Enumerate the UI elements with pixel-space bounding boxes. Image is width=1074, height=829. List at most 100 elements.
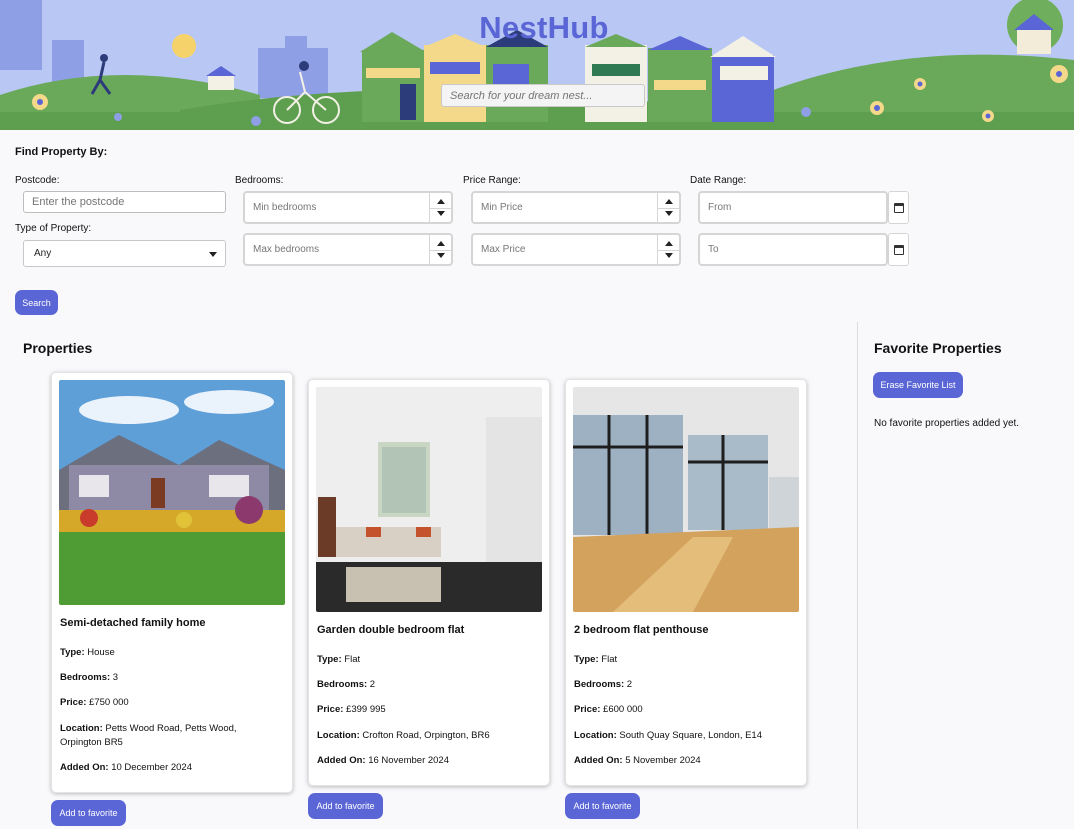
header-banner: NestHub xyxy=(0,0,1074,130)
property-title: 2 bedroom flat penthouse xyxy=(574,624,709,636)
add-to-favorite-button[interactable]: Add to favorite xyxy=(565,793,640,819)
added-label: Added On: xyxy=(317,755,366,766)
property-location: Location: Petts Wood Road, Petts Wood, O… xyxy=(60,722,260,750)
property-type: Type: Flat xyxy=(574,653,794,667)
property-added: Added On: 10 December 2024 xyxy=(60,761,280,775)
property-title: Garden double bedroom flat xyxy=(317,624,465,636)
property-type: Type: House xyxy=(60,646,280,660)
property-bedrooms: Bedrooms: 2 xyxy=(574,678,794,692)
erase-favorites-button[interactable]: Erase Favorite List xyxy=(873,372,963,398)
postcode-input[interactable] xyxy=(23,191,226,213)
favorites-empty-message: No favorite properties added yet. xyxy=(874,418,1020,429)
property-location: Location: Crofton Road, Orpington, BR6 xyxy=(317,729,537,743)
find-property-heading: Find Property By: xyxy=(15,146,108,158)
added-value: 16 November 2024 xyxy=(368,755,450,766)
location-label: Location: xyxy=(60,723,103,734)
property-bedrooms: Bedrooms: 2 xyxy=(317,678,537,692)
date-from-calendar-button[interactable] xyxy=(888,191,909,224)
date-from-input[interactable]: From xyxy=(698,191,888,224)
price-label: Price: xyxy=(574,704,601,715)
min-bedrooms-input[interactable]: Min bedrooms xyxy=(243,191,453,224)
spinner-up-icon[interactable] xyxy=(665,199,673,204)
type-label: Type: xyxy=(574,654,599,665)
postcode-label: Postcode: xyxy=(15,175,60,186)
spinner-down-icon[interactable] xyxy=(665,253,673,258)
property-type-label: Type of Property: xyxy=(15,223,92,234)
min-price-input[interactable]: Min Price xyxy=(471,191,681,224)
add-to-favorite-button[interactable]: Add to favorite xyxy=(308,793,383,819)
property-price: Price: £399 995 xyxy=(317,703,537,717)
bedrooms-label: Bedrooms: xyxy=(317,679,368,690)
max-bedrooms-input[interactable]: Max bedrooms xyxy=(243,233,453,266)
property-title: Semi-detached family home xyxy=(60,617,206,629)
property-added: Added On: 16 November 2024 xyxy=(317,754,537,768)
property-added: Added On: 5 November 2024 xyxy=(574,754,794,768)
max-price-stepper[interactable] xyxy=(657,235,679,264)
type-label: Type: xyxy=(317,654,342,665)
property-photo-penthouse[interactable] xyxy=(573,387,799,612)
price-value: £399 995 xyxy=(346,704,386,715)
bedrooms-label: Bedrooms: xyxy=(574,679,625,690)
added-label: Added On: xyxy=(574,755,623,766)
property-photo-house[interactable] xyxy=(59,380,285,605)
date-to-calendar-button[interactable] xyxy=(888,233,909,266)
column-divider xyxy=(857,322,858,829)
price-label: Price: xyxy=(60,697,87,708)
property-type: Type: Flat xyxy=(317,653,537,667)
min-price-stepper[interactable] xyxy=(657,193,679,222)
favorites-heading: Favorite Properties xyxy=(874,340,1002,356)
hero-search-input[interactable] xyxy=(441,84,645,107)
property-bedrooms: Bedrooms: 3 xyxy=(60,671,280,685)
type-value: Flat xyxy=(601,654,618,665)
price-value: £750 000 xyxy=(89,697,129,708)
type-value: Flat xyxy=(344,654,361,665)
calendar-icon xyxy=(894,245,904,255)
property-price: Price: £750 000 xyxy=(60,696,280,710)
added-value: 5 November 2024 xyxy=(625,755,701,766)
property-photo-flat[interactable] xyxy=(316,387,542,612)
property-card[interactable]: 2 bedroom flat penthouse Type: Flat Bedr… xyxy=(565,379,807,786)
dropdown-caret-icon xyxy=(209,252,217,257)
spinner-down-icon[interactable] xyxy=(665,211,673,216)
location-label: Location: xyxy=(574,730,617,741)
spinner-up-icon[interactable] xyxy=(437,241,445,246)
max-bedrooms-placeholder: Max bedrooms xyxy=(253,244,320,255)
date-to-placeholder: To xyxy=(708,244,719,255)
price-label: Price: xyxy=(317,704,344,715)
spinner-up-icon[interactable] xyxy=(437,199,445,204)
bedrooms-value: 2 xyxy=(369,679,376,690)
property-type-selected: Any xyxy=(34,248,52,259)
add-to-favorite-button[interactable]: Add to favorite xyxy=(51,800,126,826)
price-value: £600 000 xyxy=(603,704,643,715)
min-price-placeholder: Min Price xyxy=(481,202,523,213)
max-bedrooms-stepper[interactable] xyxy=(429,235,451,264)
properties-heading: Properties xyxy=(23,340,93,356)
date-to-input[interactable]: To xyxy=(698,233,888,266)
bedrooms-value: 3 xyxy=(112,672,119,683)
bedrooms-label: Bedrooms: xyxy=(60,672,111,683)
added-value: 10 December 2024 xyxy=(111,762,193,773)
property-card[interactable]: Semi-detached family home Type: House Be… xyxy=(51,372,293,793)
property-card[interactable]: Garden double bedroom flat Type: Flat Be… xyxy=(308,379,550,786)
property-price: Price: £600 000 xyxy=(574,703,794,717)
min-bedrooms-stepper[interactable] xyxy=(429,193,451,222)
type-value: House xyxy=(87,647,115,658)
location-label: Location: xyxy=(317,730,360,741)
min-bedrooms-placeholder: Min bedrooms xyxy=(253,202,317,213)
spinner-down-icon[interactable] xyxy=(437,253,445,258)
bedrooms-label: Bedrooms: xyxy=(235,175,284,186)
calendar-icon xyxy=(894,203,904,213)
price-range-label: Price Range: xyxy=(463,175,521,186)
date-from-placeholder: From xyxy=(708,202,732,213)
brand-logo-text: NestHub xyxy=(479,10,609,45)
date-range-label: Date Range: xyxy=(690,175,747,186)
max-price-input[interactable]: Max Price xyxy=(471,233,681,266)
location-value: Crofton Road, Orpington, BR6 xyxy=(362,730,490,741)
property-type-select[interactable]: Any xyxy=(23,240,226,267)
spinner-up-icon[interactable] xyxy=(665,241,673,246)
max-price-placeholder: Max Price xyxy=(481,244,526,255)
added-label: Added On: xyxy=(60,762,109,773)
search-button[interactable]: Search xyxy=(15,290,58,315)
type-label: Type: xyxy=(60,647,85,658)
spinner-down-icon[interactable] xyxy=(437,211,445,216)
